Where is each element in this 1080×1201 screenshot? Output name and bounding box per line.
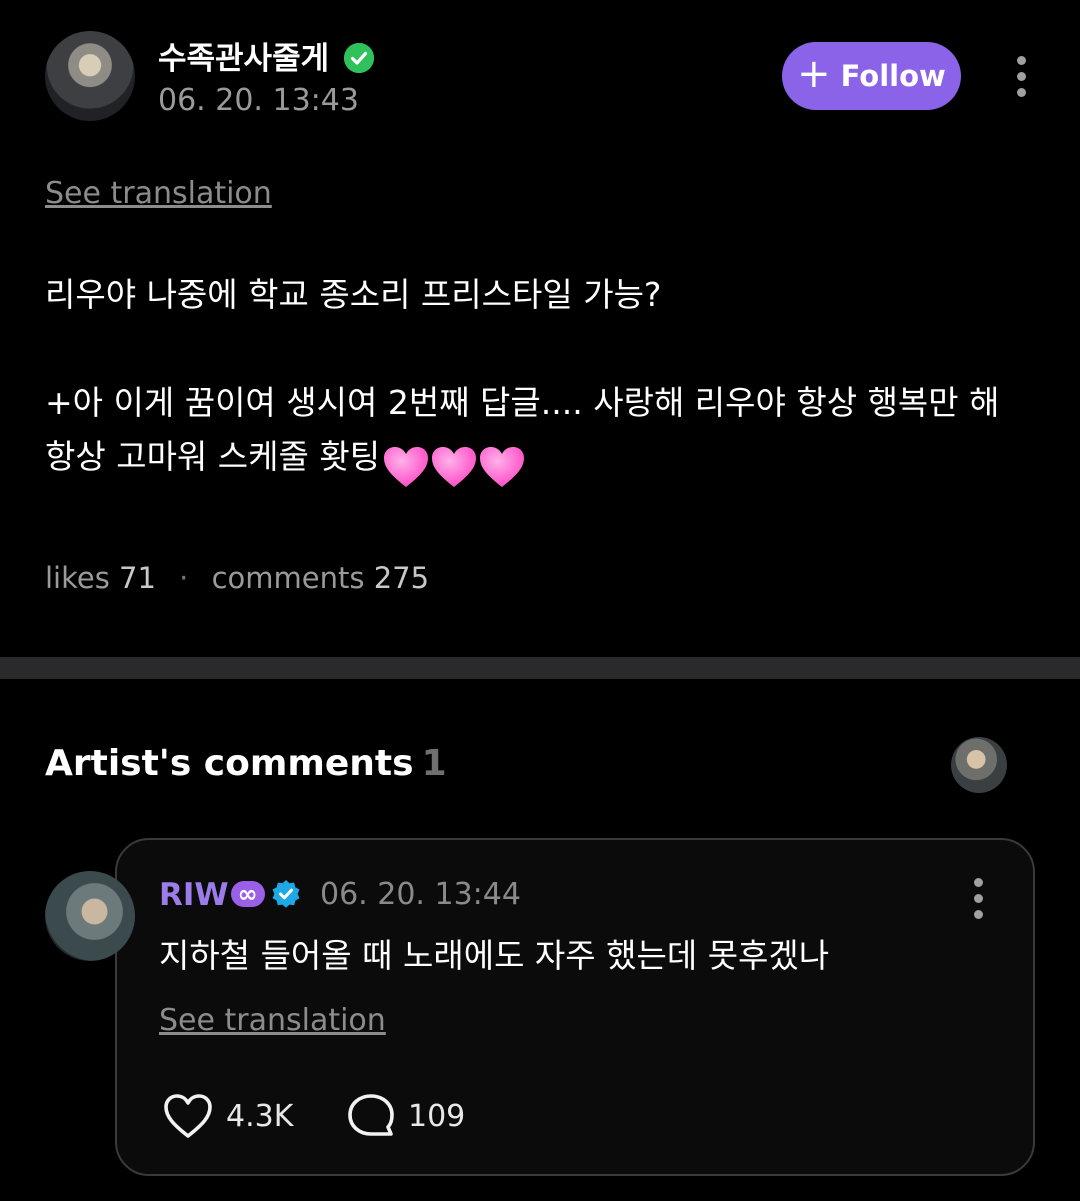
author-name[interactable]: 수족관사줄게 [158, 41, 329, 77]
post-date: 06. 20. 13:43 [158, 83, 359, 118]
more-vertical-icon[interactable] [1014, 56, 1028, 97]
comments-count[interactable]: 275 [374, 561, 429, 595]
author-name-row[interactable]: 수족관사줄게 [158, 33, 374, 78]
reply-button[interactable]: 109 [346, 1092, 465, 1140]
post-header: 수족관사줄게 06. 20. 13:43 + Follow [0, 0, 1080, 150]
verified-badge-icon [271, 879, 301, 909]
comment-author-name[interactable]: RIW [159, 877, 229, 913]
post-body-line1: 리우야 나중에 학교 종소리 프리스타일 가능? [45, 275, 662, 314]
comment-author-row[interactable]: RIW ∞ [159, 877, 301, 913]
comment-date: 06. 20. 13:44 [320, 877, 521, 912]
likes-count: 71 [119, 561, 156, 595]
plus-icon: + [797, 51, 831, 97]
see-translation-link[interactable]: See translation [45, 176, 272, 211]
pink-heart-emoji [382, 438, 526, 492]
comment-text: 지하철 들어올 때 노래에도 자주 했는데 못후겠나 [159, 936, 830, 975]
verified-check-icon [343, 42, 374, 73]
likes-label: likes [45, 561, 110, 595]
follow-label: Follow [840, 59, 946, 93]
like-count: 4.3K [226, 1098, 294, 1134]
comments-label[interactable]: comments [212, 561, 365, 595]
comment-more-vertical-icon[interactable] [971, 878, 985, 919]
artist-comments-label: Artist's comments [45, 743, 414, 784]
author-avatar[interactable] [45, 31, 135, 121]
reply-count: 109 [408, 1098, 466, 1134]
artist-avatar-small[interactable] [951, 737, 1007, 793]
comment-see-translation-link[interactable]: See translation [159, 1003, 386, 1038]
section-divider [0, 657, 1080, 679]
comment-author-avatar[interactable] [45, 871, 135, 961]
comment-bubble-icon [346, 1092, 396, 1140]
post-body: 리우야 나중에 학교 종소리 프리스타일 가능? +아 이게 꿈이여 생시여 2… [45, 268, 1035, 492]
like-button[interactable]: 4.3K [162, 1092, 293, 1140]
heart-outline-icon [162, 1092, 214, 1140]
post-stats: likes 71 · comments 275 [45, 561, 430, 595]
post-body-line2: +아 이게 꿈이여 생시여 2번째 답글.... 사랑해 리우야 항상 행복만 … [45, 376, 1035, 492]
artist-comments-count: 1 [421, 743, 447, 784]
infinity-icon: ∞ [230, 880, 265, 907]
artist-comments-title: Artist's comments 1 [45, 743, 447, 784]
follow-button[interactable]: + Follow [782, 42, 961, 110]
